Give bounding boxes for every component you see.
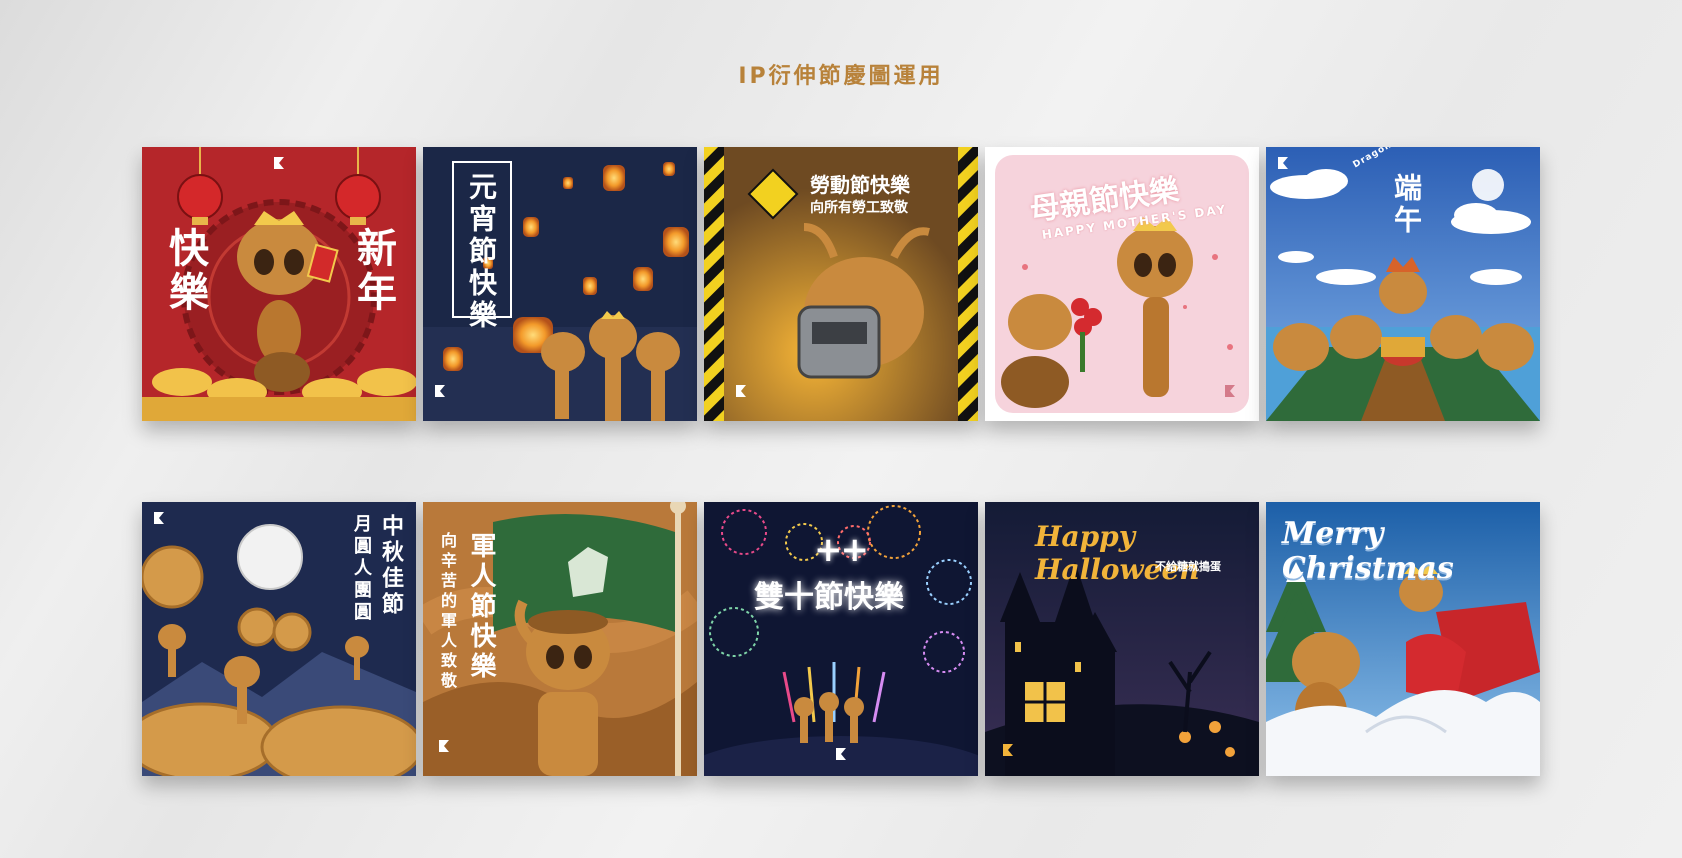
brand-logo-icon <box>1221 383 1239 399</box>
card-halloween[interactable]: Happy Halloween 不給糖就搗蛋 <box>985 502 1259 776</box>
card-lantern-festival[interactable]: 元宵節快樂 <box>423 147 697 421</box>
card-christmas[interactable]: Merry Christmas <box>1266 502 1540 776</box>
brand-logo-icon <box>150 510 168 526</box>
armed-forces-title: 軍人節快樂 <box>466 532 496 682</box>
double-ten-mark: ++ <box>814 530 869 570</box>
new-year-right-text: 新年 <box>350 227 396 315</box>
card-armed-forces-day[interactable]: 軍人節快樂 向辛苦的軍人致敬 <box>423 502 697 776</box>
halloween-subtitle: 不給糖就搗蛋 <box>1155 560 1221 573</box>
card-double-ten[interactable]: ++ 雙十節快樂 <box>704 502 978 776</box>
brand-logo-icon <box>270 155 288 171</box>
christmas-title: Merry Christmas <box>1282 516 1454 586</box>
armed-forces-subtitle: 向辛苦的軍人致敬 <box>438 532 457 692</box>
card-mid-autumn[interactable]: 中秋佳節 月圓人團圓 <box>142 502 416 776</box>
new-year-left-text: 快樂 <box>162 227 208 315</box>
double-ten-title: 雙十節快樂 <box>754 580 904 615</box>
card-dragon-boat[interactable]: Dragon Boat Festival 端午 <box>1266 147 1540 421</box>
halloween-title: Happy Halloween <box>1035 520 1200 586</box>
mid-autumn-title: 中秋佳節 <box>378 514 403 618</box>
card-labor-day[interactable]: 勞動節快樂 向所有勞工致敬 <box>704 147 978 421</box>
brand-logo-icon <box>431 383 449 399</box>
labor-day-subtitle: 向所有勞工致敬 <box>810 200 908 216</box>
brand-logo-icon <box>435 738 453 754</box>
card-new-year[interactable]: 快樂 新年 <box>142 147 416 421</box>
lantern-festival-title: 元宵節快樂 <box>465 172 498 332</box>
brand-logo-icon <box>1274 155 1292 171</box>
card-mothers-day[interactable]: 母親節快樂 HAPPY MOTHER'S DAY <box>985 147 1259 421</box>
brand-logo-icon <box>999 742 1017 758</box>
dragon-boat-title: 端午 <box>1390 173 1423 237</box>
brand-logo-icon <box>832 746 850 762</box>
page-title: IP衍伸節慶圖運用 <box>738 64 944 89</box>
labor-day-title: 勞動節快樂 <box>810 173 910 197</box>
brand-logo-icon <box>732 383 750 399</box>
mid-autumn-subtitle: 月圓人團圓 <box>351 514 372 624</box>
